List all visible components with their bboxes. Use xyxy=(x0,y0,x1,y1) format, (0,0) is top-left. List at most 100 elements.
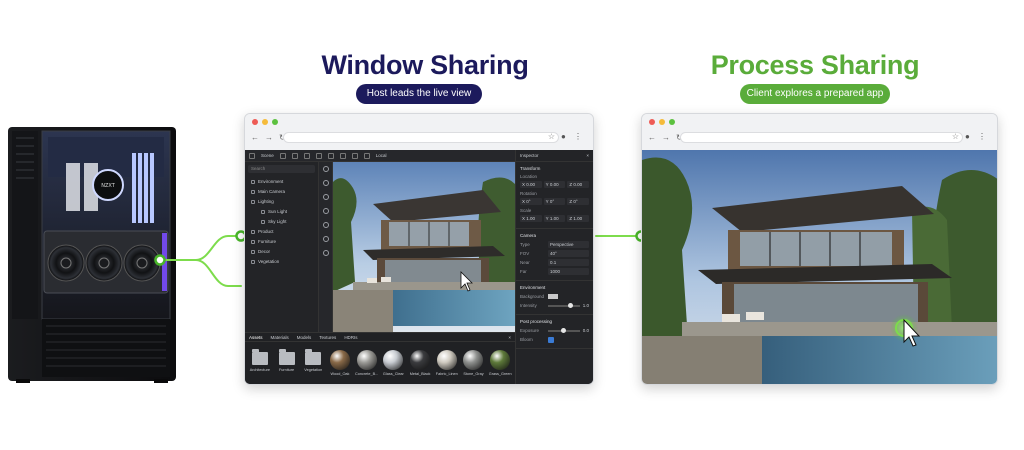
asset-item[interactable]: Metal_Black xyxy=(408,350,432,376)
hand-tool-icon[interactable] xyxy=(322,180,329,186)
scene-tree-item[interactable]: Lighting xyxy=(245,197,318,207)
close-icon[interactable]: × xyxy=(508,333,511,342)
asset-item[interactable]: Wood_Oak xyxy=(328,350,352,376)
light-tool-icon[interactable] xyxy=(322,250,329,256)
rotate-tool-icon[interactable] xyxy=(327,152,334,159)
far-field[interactable]: 1000 xyxy=(548,268,589,275)
scale-tool-icon[interactable] xyxy=(339,152,346,159)
scene-tab[interactable]: Scene xyxy=(261,153,274,158)
rotation-y-field[interactable]: Y 0° xyxy=(543,198,566,205)
asset-tab[interactable]: Textures xyxy=(319,333,336,341)
asset-item[interactable]: Architecture xyxy=(248,349,272,376)
scene-tree-item[interactable]: Sun Light xyxy=(245,207,318,217)
cursor-tool-icon[interactable] xyxy=(303,152,310,159)
asset-label: Wood_Oak xyxy=(330,372,350,376)
exposure-slider[interactable] xyxy=(548,327,580,333)
asset-tab[interactable]: Assets xyxy=(249,333,263,341)
close-dot-icon[interactable] xyxy=(649,119,655,125)
zoom-tool-icon[interactable] xyxy=(322,208,329,214)
asset-item[interactable]: Stone_Gray xyxy=(462,350,486,376)
node-icon xyxy=(251,260,255,264)
globe-icon[interactable] xyxy=(363,152,370,159)
asset-item[interactable]: Vegetation xyxy=(301,349,325,376)
near-field[interactable]: 0.1 xyxy=(548,259,589,266)
scene-tree-item[interactable]: Product xyxy=(245,227,318,237)
layers-icon[interactable] xyxy=(291,152,298,159)
diagram-canvas: Window Sharing Host leads the live view … xyxy=(0,0,1024,450)
viewport-render[interactable] xyxy=(333,162,515,332)
location-x-field[interactable]: X 0.00 xyxy=(520,181,542,188)
maximize-dot-icon[interactable] xyxy=(669,119,675,125)
exposure-slider-knob[interactable] xyxy=(561,327,567,333)
camera-type-select[interactable]: Perspective xyxy=(548,241,589,248)
star-icon[interactable]: ☆ xyxy=(952,132,959,141)
grid-icon[interactable] xyxy=(279,152,286,159)
move-tool-icon[interactable] xyxy=(315,152,322,159)
measure-tool-icon[interactable] xyxy=(322,222,329,228)
post-processing-title[interactable]: Post processing xyxy=(520,317,589,326)
location-y-field[interactable]: Y 0.00 xyxy=(543,181,566,188)
asset-grid: Architecture Furniture Vegetation Wood_Oak C… xyxy=(245,342,515,376)
profile-menu-icon[interactable]: ● ⋮ xyxy=(561,132,585,141)
scene-tree-item[interactable]: Vegetation xyxy=(245,257,318,267)
transform-title[interactable]: Transform xyxy=(520,164,589,173)
intensity-slider[interactable] xyxy=(548,302,580,308)
asset-label: Metal_Black xyxy=(409,372,431,376)
close-dot-icon[interactable] xyxy=(252,119,258,125)
scale-x-field[interactable]: X 1.00 xyxy=(520,215,542,222)
node-icon xyxy=(251,190,255,194)
environment-title[interactable]: Environment xyxy=(520,283,589,292)
asset-item[interactable]: Grass_Green xyxy=(488,350,512,376)
minimize-dot-icon[interactable] xyxy=(262,119,268,125)
asset-item[interactable]: Glass_Clear xyxy=(382,350,406,376)
scene-tree-item[interactable]: Decor xyxy=(245,247,318,257)
scene-tree-item[interactable]: Furniture xyxy=(245,237,318,247)
asset-tab[interactable]: Models xyxy=(297,333,312,341)
profile-menu-icon[interactable]: ● ⋮ xyxy=(965,132,989,141)
address-bar[interactable] xyxy=(680,132,963,143)
rotation-z-field[interactable]: Z 0° xyxy=(567,198,590,205)
scale-z-field[interactable]: Z 1.00 xyxy=(567,215,590,222)
scene-tree-label: Lighting xyxy=(258,199,274,204)
camera-title[interactable]: Camera xyxy=(520,231,589,240)
rotation-x-field[interactable]: X 0° xyxy=(520,198,542,205)
scale-y-field[interactable]: Y 1.00 xyxy=(543,215,566,222)
bloom-checkbox[interactable] xyxy=(548,336,554,343)
scale-fields: X 1.00 Y 1.00 Z 1.00 xyxy=(520,215,590,222)
location-z-field[interactable]: Z 0.00 xyxy=(567,181,590,188)
asset-tab[interactable]: HDRIs xyxy=(344,333,357,341)
space-toggle[interactable]: Local xyxy=(376,153,387,158)
select-tool-icon[interactable] xyxy=(322,166,329,172)
maximize-dot-icon[interactable] xyxy=(272,119,278,125)
intensity-slider-knob[interactable] xyxy=(567,302,573,308)
back-arrow-icon[interactable]: ← xyxy=(251,133,259,142)
prepared-app-view[interactable] xyxy=(642,150,997,384)
scene-tree-item[interactable]: Main Camera xyxy=(245,187,318,197)
snap-icon[interactable] xyxy=(351,152,358,159)
scene-tree-label: Furniture xyxy=(258,239,277,244)
forward-arrow-icon[interactable]: → xyxy=(265,133,273,142)
scene-tree-item[interactable]: Environment xyxy=(245,177,318,187)
asset-item[interactable]: Furniture xyxy=(275,349,299,376)
orbit-tool-icon[interactable] xyxy=(322,194,329,200)
material-sphere-icon xyxy=(410,350,431,370)
star-icon[interactable]: ☆ xyxy=(548,132,555,141)
scene-tree-item[interactable]: Sky Light xyxy=(245,217,318,227)
background-color-swatch[interactable] xyxy=(548,294,558,299)
post-processing-section: Post processing Exposure 0.0 Bloom xyxy=(516,315,593,349)
fov-field[interactable]: 40° xyxy=(548,250,589,257)
scene-search-input[interactable]: Search xyxy=(248,165,315,173)
minimize-dot-icon[interactable] xyxy=(659,119,665,125)
scene-tree-label: Decor xyxy=(258,249,271,254)
back-arrow-icon[interactable]: ← xyxy=(648,133,656,142)
asset-item[interactable]: Concrete_B... xyxy=(355,350,379,376)
close-icon[interactable]: × xyxy=(586,150,589,162)
node-icon xyxy=(261,220,265,224)
address-bar[interactable] xyxy=(283,132,559,143)
material-sphere-icon xyxy=(383,350,404,370)
forward-arrow-icon[interactable]: → xyxy=(662,133,670,142)
asset-tab[interactable]: Materials xyxy=(271,333,289,341)
scene-tree-label: Sky Light xyxy=(268,219,287,224)
asset-item[interactable]: Fabric_Linen xyxy=(435,350,459,376)
paint-tool-icon[interactable] xyxy=(322,236,329,242)
